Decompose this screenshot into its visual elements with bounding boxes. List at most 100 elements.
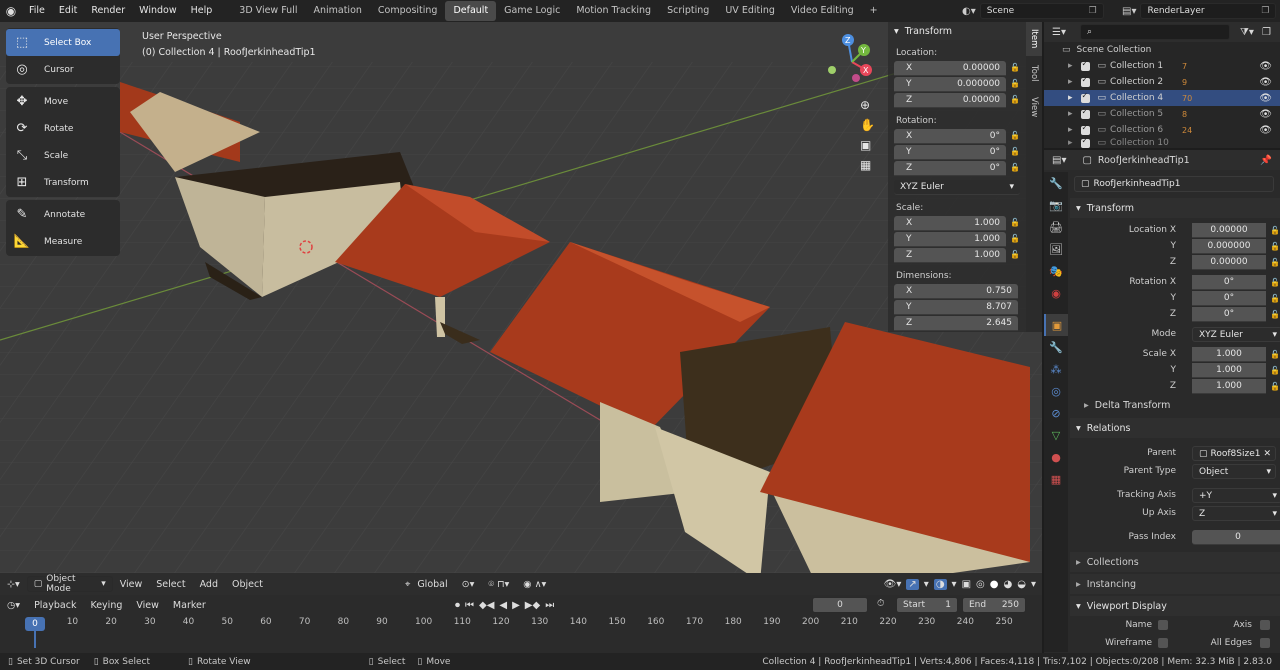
render-layer-copy-icon[interactable]: ❐ [1261, 6, 1269, 16]
tab-view[interactable]: View [1026, 90, 1042, 124]
current-frame-field[interactable]: 0 [812, 597, 868, 613]
expand-arrow-icon[interactable]: ▸ [1068, 61, 1073, 71]
new-collection-icon[interactable]: ❐ [1262, 27, 1271, 38]
menu-file[interactable]: File [22, 0, 52, 22]
lock-icon[interactable]: 🔓 [1270, 258, 1280, 267]
transform-panel-header[interactable]: ▾ Transform [888, 22, 1026, 40]
menu-render[interactable]: Render [84, 0, 132, 22]
scale-y-field[interactable]: 1.000 [1192, 362, 1266, 378]
lock-icon[interactable]: 🔓 [1270, 350, 1280, 359]
workspace-tab[interactable]: Animation [305, 1, 369, 21]
scale-x-field[interactable]: 1.000 [1192, 346, 1266, 362]
add-workspace-icon[interactable]: + [862, 1, 886, 21]
gizmo-icon[interactable]: ↗ [906, 578, 919, 590]
location-z-field[interactable]: Z 0.00000 [894, 92, 1007, 108]
workspace-tab[interactable]: Compositing [370, 1, 446, 21]
axis-checkbox[interactable] [1260, 620, 1270, 630]
expand-arrow-icon[interactable]: ▸ [1068, 93, 1073, 103]
end-frame-field[interactable]: End 250 [962, 597, 1026, 613]
blender-logo-icon[interactable]: ◉ [0, 0, 22, 22]
scale-z-field[interactable]: 1.000 [1192, 378, 1266, 394]
lock-icon[interactable]: 🔓 [1010, 79, 1020, 89]
collection-row[interactable]: ▸▭Collection 10 [1044, 138, 1280, 148]
eye-icon[interactable]: 👁 [1259, 61, 1272, 72]
tool-scale[interactable]: ⤡ Scale [6, 142, 120, 169]
rotation-x-field[interactable]: X 0° [894, 128, 1007, 144]
navigation-gizmo[interactable]: X Z Y [822, 32, 882, 92]
pan-hand-icon[interactable]: ✋ [860, 118, 875, 132]
tool-annotate[interactable]: ✎ Annotate [6, 201, 120, 228]
world-tab-icon[interactable]: ◉ [1044, 282, 1068, 304]
collections-section-header[interactable]: ▸ Collections [1070, 552, 1280, 572]
outliner-editor-icon[interactable]: ☰▾ [1044, 27, 1074, 38]
scale-z-field[interactable]: Z 1.000 [894, 247, 1007, 263]
jump-start-icon[interactable]: ⏮ [465, 600, 474, 611]
lock-icon[interactable]: 🔓 [1010, 163, 1020, 173]
render-layer-field[interactable]: RenderLayer ❐ [1140, 3, 1277, 19]
modifier-tab-icon[interactable]: 🔧 [1044, 336, 1068, 358]
snap-icon[interactable]: ⌾ ⊓▾ [481, 579, 516, 590]
rotation-mode-dropdown[interactable]: XYZ Euler ▾ [894, 179, 1020, 195]
menu-help[interactable]: Help [184, 0, 220, 22]
menu-select[interactable]: Select [149, 579, 192, 590]
clear-icon[interactable]: ✕ [1263, 447, 1271, 462]
checkbox-icon[interactable] [1080, 91, 1090, 103]
record-icon[interactable]: ⏺ [455, 600, 460, 611]
pivot-icon[interactable]: ⊙▾ [455, 579, 482, 590]
constraints-tab-icon[interactable]: ⊘ [1044, 402, 1068, 424]
proportional-edit-icon[interactable]: ◉ ∧▾ [516, 579, 553, 590]
next-keyframe-icon[interactable]: ▶◆ [525, 600, 540, 611]
relations-section-header[interactable]: ▾ Relations [1070, 418, 1280, 438]
tracking-axis-dropdown[interactable]: +Y ▾ [1192, 487, 1280, 503]
menu-object[interactable]: Object [225, 579, 270, 590]
location-x-field[interactable]: 0.00000 [1192, 222, 1266, 238]
tool-rotate[interactable]: ⟳ Rotate [6, 115, 120, 142]
scale-x-field[interactable]: X 1.000 [894, 215, 1007, 231]
3d-viewport[interactable]: X Z Y ⊕ ✋ ▣ ▦ [0, 22, 1042, 595]
lock-icon[interactable]: 🔓 [1270, 226, 1280, 235]
mode-dropdown[interactable]: ▢ Object Mode ▾ [26, 574, 113, 594]
visibility-icon[interactable]: 👁▾ [884, 579, 902, 590]
menu-edit[interactable]: Edit [52, 0, 84, 22]
checkbox-icon[interactable] [1080, 107, 1090, 119]
name-checkbox[interactable] [1158, 620, 1168, 630]
timeline[interactable]: ◷▾ Playback Keying View Marker ⏺ ⏮ ◆◀ ◀ … [0, 595, 1042, 653]
jump-end-icon[interactable]: ⏭ [545, 600, 554, 611]
collection-row[interactable]: ▸▭Collection 17👁 [1044, 58, 1280, 74]
viewport-scene[interactable] [0, 22, 1042, 595]
orientation-dropdown[interactable]: Global [417, 579, 454, 590]
workspace-tab[interactable]: Game Logic [496, 1, 568, 21]
menu-add[interactable]: Add [193, 579, 225, 590]
expand-arrow-icon[interactable]: ▸ [1068, 125, 1073, 135]
collection-row[interactable]: ▸▭Collection 58👁 [1044, 106, 1280, 122]
scene-tab-icon[interactable]: 🎭 [1044, 260, 1068, 282]
checkbox-icon[interactable] [1080, 59, 1090, 71]
collection-row[interactable]: ▸▭Collection 624👁 [1044, 122, 1280, 138]
prev-keyframe-icon[interactable]: ◆◀ [479, 600, 494, 611]
rotation-x-field[interactable]: 0° [1192, 274, 1266, 290]
lock-icon[interactable]: 🔓 [1270, 242, 1280, 251]
wireframe-checkbox[interactable] [1158, 638, 1168, 648]
material-tab-icon[interactable]: ● [1044, 446, 1068, 468]
lock-icon[interactable]: 🔓 [1010, 234, 1020, 244]
workspace-tab-active[interactable]: Default [445, 1, 497, 21]
scene-icon[interactable]: ◐▾ [962, 6, 976, 17]
all-edges-checkbox[interactable] [1260, 638, 1270, 648]
menu-keying[interactable]: Keying [83, 600, 129, 611]
lock-icon[interactable]: 🔓 [1010, 63, 1020, 73]
rotation-z-field[interactable]: Z 0° [894, 160, 1007, 176]
dimensions-x-field[interactable]: X 0.750 [894, 283, 1018, 299]
chevron-down-icon[interactable]: ▾ [924, 579, 929, 590]
location-x-field[interactable]: X 0.00000 [894, 60, 1007, 76]
rotation-y-field[interactable]: 0° [1192, 290, 1266, 306]
rotation-mode-dropdown[interactable]: XYZ Euler ▾ [1192, 326, 1280, 342]
eye-icon[interactable]: 👁 [1259, 125, 1272, 136]
menu-playback[interactable]: Playback [27, 600, 83, 611]
workspace-tab[interactable]: Video Editing [783, 1, 862, 21]
tab-item[interactable]: Item [1026, 22, 1042, 56]
tool-select-box[interactable]: ⬚ Select Box [6, 29, 120, 56]
collection-row-selected[interactable]: ▸▭Collection 470👁 [1044, 90, 1280, 106]
eye-icon[interactable]: 👁 [1259, 77, 1272, 88]
dimensions-z-field[interactable]: Z 2.645 [894, 315, 1018, 331]
checkbox-icon[interactable] [1080, 75, 1090, 87]
